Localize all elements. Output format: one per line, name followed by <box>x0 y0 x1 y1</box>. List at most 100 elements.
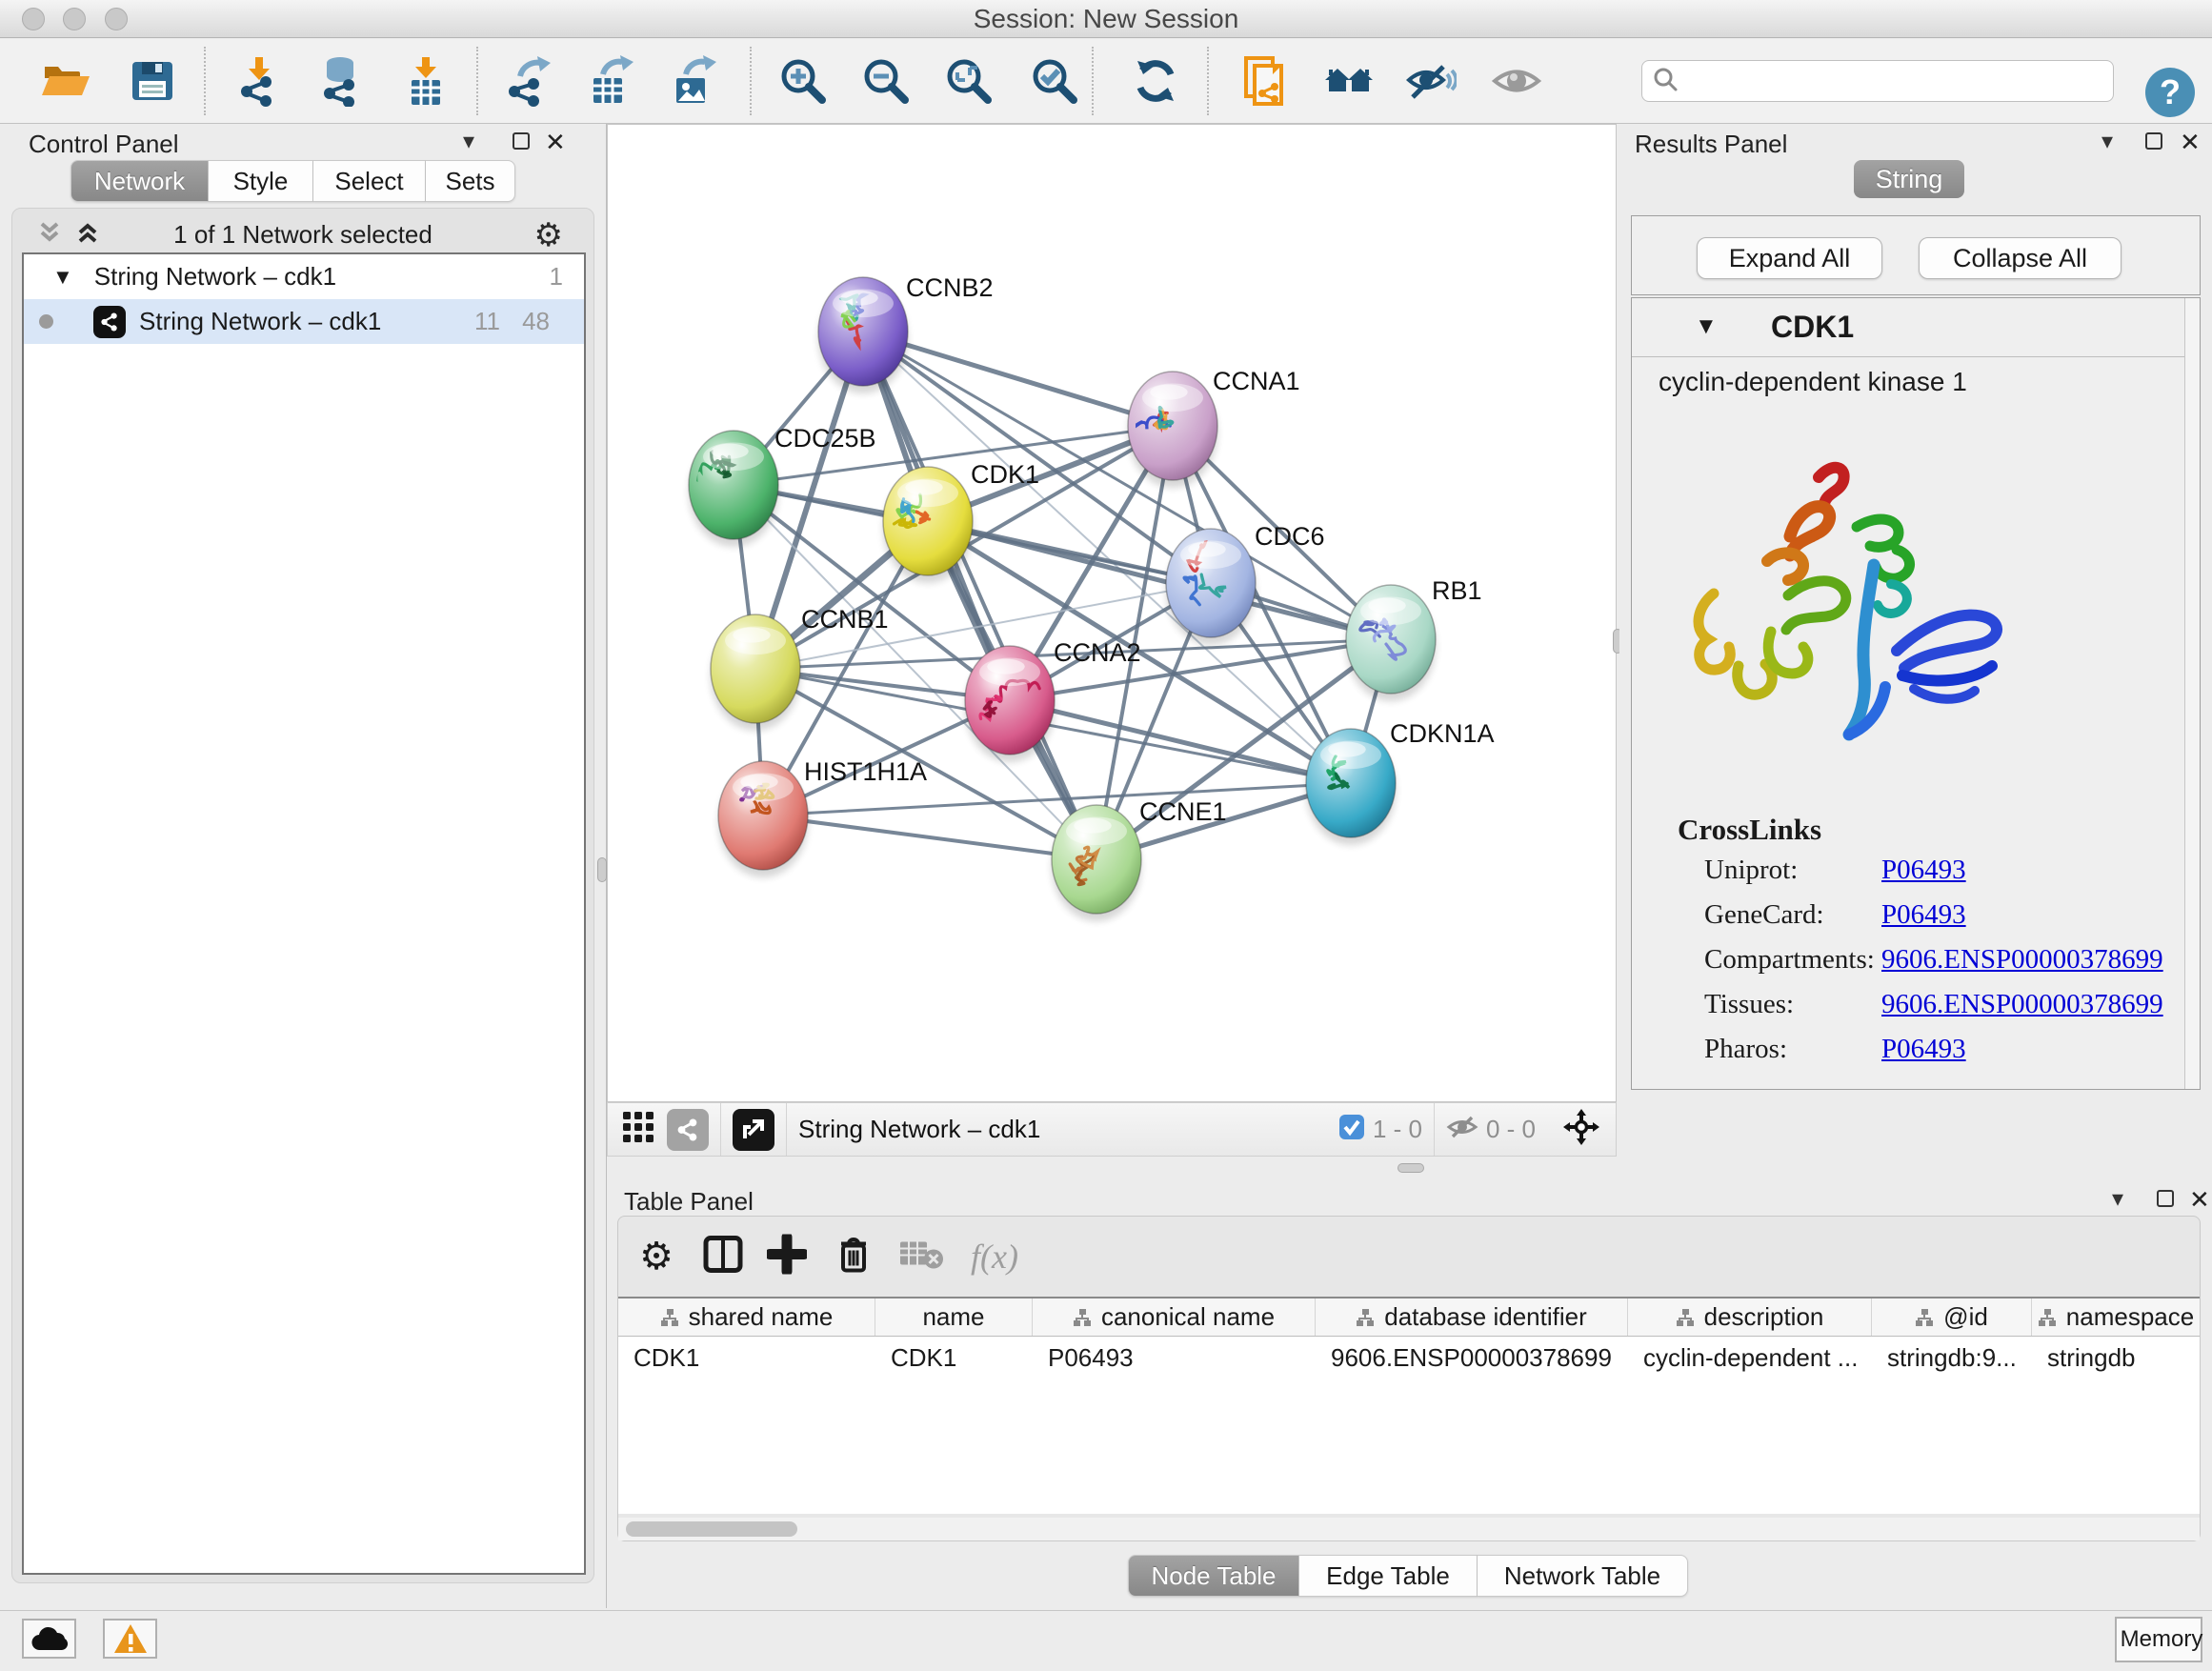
control-panel-close-icon[interactable]: ✕ <box>545 128 566 157</box>
search-box[interactable] <box>1641 60 2114 102</box>
cell-description[interactable]: cyclin-dependent ... <box>1628 1337 1872 1379</box>
crosslink-link[interactable]: P06493 <box>1881 899 1966 931</box>
hidden-items-eye-icon[interactable] <box>1446 1111 1478 1148</box>
network-node-CCNB2[interactable] <box>818 277 908 393</box>
network-document-icon[interactable] <box>1239 53 1295 109</box>
network-node-CCNA2[interactable] <box>965 646 1055 762</box>
delete-column-icon[interactable] <box>834 1235 874 1279</box>
network-node-CCNA1[interactable] <box>1125 372 1217 488</box>
column-header-shared-name[interactable]: shared name <box>618 1299 875 1336</box>
node-table[interactable]: shared name name canonical name database… <box>618 1297 2200 1514</box>
network-node-CDKN1A[interactable] <box>1306 729 1396 845</box>
cell-database-identifier[interactable]: 9606.ENSP00000378699 <box>1316 1337 1628 1379</box>
cell-id[interactable]: stringdb:9... <box>1872 1337 2032 1379</box>
share-view-icon[interactable] <box>667 1109 709 1151</box>
tab-network[interactable]: Network <box>70 160 209 202</box>
network-node-HIST1H1A[interactable] <box>718 761 808 877</box>
export-image-icon[interactable] <box>665 53 720 109</box>
results-panel-float-icon[interactable] <box>2145 132 2162 150</box>
left-splitter-handle[interactable] <box>597 857 607 882</box>
column-header-canonical-name[interactable]: canonical name <box>1033 1299 1316 1336</box>
search-input[interactable] <box>1688 64 2113 98</box>
tab-string[interactable]: String <box>1854 160 1964 198</box>
export-table-icon[interactable] <box>582 53 637 109</box>
network-node-CDC6[interactable] <box>1166 529 1256 645</box>
table-panel-menu-icon[interactable]: ▾ <box>2112 1185 2123 1213</box>
column-header-database-identifier[interactable]: database identifier <box>1316 1299 1628 1336</box>
tree-expanded-icon[interactable]: ▼ <box>52 265 73 290</box>
import-network-file-icon[interactable] <box>231 53 287 109</box>
open-in-window-icon[interactable] <box>733 1109 774 1151</box>
cell-name[interactable]: CDK1 <box>875 1337 1033 1379</box>
table-options-gear-icon[interactable]: ⚙ <box>639 1235 674 1278</box>
table-row[interactable]: CDK1 CDK1 P06493 9606.ENSP00000378699 cy… <box>618 1337 2200 1379</box>
network-row[interactable]: String Network – cdk1 11 48 <box>24 299 584 344</box>
tab-select[interactable]: Select <box>313 160 426 202</box>
zoom-fit-icon[interactable] <box>941 53 996 109</box>
pan-crosshair-icon[interactable] <box>1562 1108 1600 1151</box>
control-panel-tabs: Network Style Select Sets <box>70 160 515 202</box>
zoom-selected-icon[interactable] <box>1027 53 1082 109</box>
import-network-database-icon[interactable] <box>312 53 368 109</box>
table-panel-close-icon[interactable]: ✕ <box>2189 1185 2210 1215</box>
network-options-gear-icon[interactable]: ⚙ <box>534 216 563 254</box>
column-header-id[interactable]: @id <box>1872 1299 2032 1336</box>
crosslink-link[interactable]: P06493 <box>1881 855 1966 886</box>
tab-style[interactable]: Style <box>209 160 313 202</box>
crosslink-link[interactable]: 9606.ENSP00000378699 <box>1881 944 2163 976</box>
results-panel-menu-icon[interactable]: ▾ <box>2101 128 2113 155</box>
network-collection-row[interactable]: ▼ String Network – cdk1 1 <box>24 254 584 299</box>
scrollbar-thumb[interactable] <box>626 1521 797 1537</box>
network-node-RB1[interactable] <box>1346 585 1436 701</box>
create-column-icon[interactable] <box>767 1235 807 1279</box>
bottom-splitter-handle[interactable] <box>1398 1163 1424 1173</box>
control-panel-menu-icon[interactable]: ▾ <box>463 128 474 155</box>
table-panel-float-icon[interactable] <box>2157 1190 2174 1207</box>
crosslink-link[interactable]: P06493 <box>1881 1034 1966 1065</box>
zoom-out-icon[interactable] <box>858 53 914 109</box>
grid-view-icon[interactable] <box>621 1110 655 1149</box>
network-edge-CCNB2-CCNA1[interactable] <box>863 332 1173 426</box>
tab-node-table[interactable]: Node Table <box>1128 1555 1299 1597</box>
column-header-name[interactable]: name <box>875 1299 1033 1336</box>
column-header-description[interactable]: description <box>1628 1299 1872 1336</box>
export-network-icon[interactable] <box>501 53 556 109</box>
tab-edge-table[interactable]: Edge Table <box>1299 1555 1478 1597</box>
tab-network-table[interactable]: Network Table <box>1478 1555 1688 1597</box>
tab-sets[interactable]: Sets <box>426 160 515 202</box>
column-header-namespace[interactable]: namespace <box>2032 1299 2200 1336</box>
network-node-CDC25B[interactable] <box>689 431 778 547</box>
home-overview-icon[interactable] <box>1321 53 1377 109</box>
help-icon[interactable]: ? <box>2145 68 2195 117</box>
network-view[interactable]: CCNB2CCNA1CDC25BCDK1CDC6RB1CCNB1CCNA2CDK… <box>607 124 1617 1102</box>
section-expanded-icon[interactable]: ▼ <box>1695 313 1718 340</box>
selected-checkbox-icon[interactable] <box>1338 1114 1365 1145</box>
collapse-all-button[interactable]: Collapse All <box>1919 237 2122 279</box>
cell-canonical-name[interactable]: P06493 <box>1033 1337 1316 1379</box>
network-node-CCNE1[interactable] <box>1052 805 1141 921</box>
results-panel-close-icon[interactable]: ✕ <box>2180 128 2201 157</box>
results-scrollbar[interactable] <box>2184 298 2200 1089</box>
network-node-CCNB1[interactable] <box>711 614 800 731</box>
cell-namespace[interactable]: stringdb <box>2032 1337 2200 1379</box>
table-horizontal-scrollbar[interactable] <box>618 1518 2200 1540</box>
import-table-icon[interactable] <box>398 53 453 109</box>
hide-graphics-details-icon[interactable] <box>1403 53 1458 109</box>
control-panel-float-icon[interactable] <box>513 132 530 150</box>
warnings-button[interactable] <box>103 1619 157 1659</box>
open-file-icon[interactable] <box>37 53 92 109</box>
network-edge-HIST1H1A-CCNE1[interactable] <box>763 815 1096 859</box>
crosslink-link[interactable]: 9606.ENSP00000378699 <box>1881 989 2163 1020</box>
show-columns-icon[interactable] <box>703 1235 743 1279</box>
expand-all-button[interactable]: Expand All <box>1697 237 1882 279</box>
refresh-icon[interactable] <box>1128 53 1183 109</box>
protein-section-header[interactable]: ▼ CDK1 <box>1632 298 2186 357</box>
memory-button[interactable]: Memory <box>2115 1617 2202 1662</box>
network-canvas[interactable]: CCNB2CCNA1CDC25BCDK1CDC6RB1CCNB1CCNA2CDK… <box>608 125 1616 1101</box>
network-view-toolbar: String Network – cdk1 1 - 0 0 - 0 <box>607 1102 1617 1157</box>
zoom-in-icon[interactable] <box>775 53 831 109</box>
cell-shared-name[interactable]: CDK1 <box>618 1337 875 1379</box>
save-session-icon[interactable] <box>125 53 180 109</box>
cloud-status-button[interactable] <box>22 1619 76 1659</box>
network-node-CDK1[interactable] <box>883 467 973 583</box>
